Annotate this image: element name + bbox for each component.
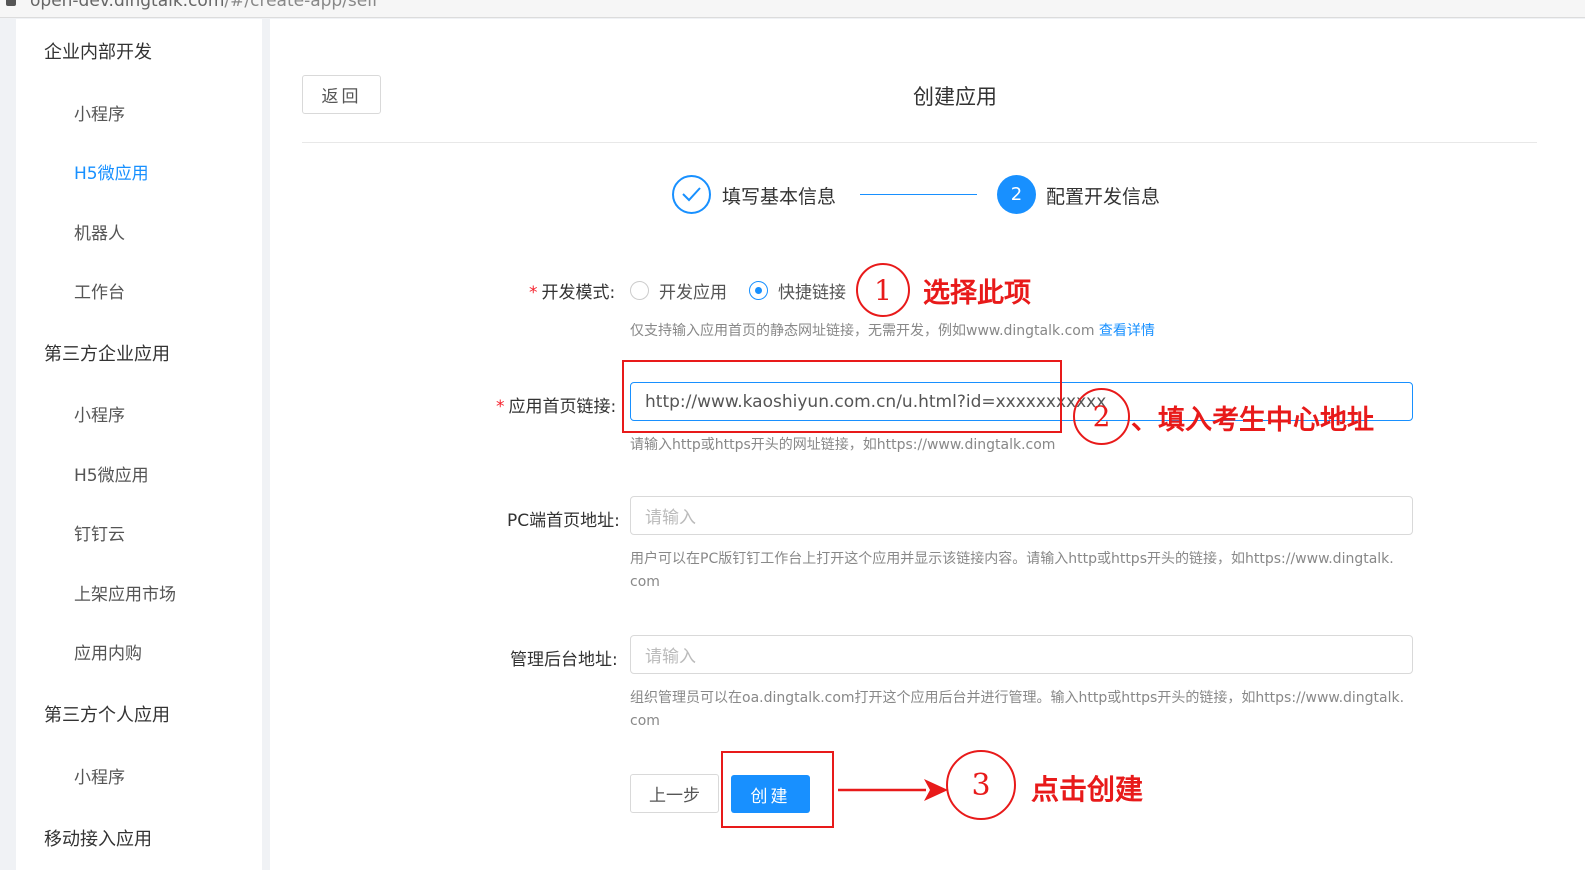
sidebar-item-mini-program[interactable]: 小程序 <box>74 763 125 788</box>
sidebar-item-mini-program[interactable]: 小程序 <box>74 100 125 125</box>
annotation-circle-3: 3 <box>946 750 1016 820</box>
step-connector <box>860 194 977 195</box>
divider <box>302 142 1537 143</box>
required-asterisk: * <box>529 283 538 303</box>
prev-step-button[interactable]: 上一步 <box>630 774 719 813</box>
main-panel: 返回 创建应用 填写基本信息 2 配置开发信息 * 开发模式: 开发应用 快捷链接… <box>270 19 1585 870</box>
home-url-help: 请输入http或https开头的网址链接，如https://www.dingta… <box>630 437 1056 453</box>
sidebar-group-third-party-enterprise[interactable]: 第三方企业应用 <box>44 340 170 366</box>
radio-dev-app-label[interactable]: 开发应用 <box>659 278 727 303</box>
radio-dev-app[interactable] <box>630 281 649 300</box>
pc-url-input[interactable]: 请输入 <box>630 496 1413 535</box>
url-text[interactable]: open-dev.dingtalk.com/#/create-app/self <box>30 0 378 11</box>
pc-url-label: PC端首页地址: <box>507 511 620 531</box>
annotation-circle-2: 2 <box>1073 388 1130 445</box>
sidebar-item-mini-program[interactable]: 小程序 <box>74 401 125 426</box>
sidebar-group-third-party-personal[interactable]: 第三方个人应用 <box>44 701 170 727</box>
required-asterisk: * <box>496 397 505 417</box>
step-2-number: 2 <box>997 175 1036 214</box>
admin-url-label: 管理后台地址: <box>510 650 618 670</box>
admin-url-help-line2: com <box>630 713 660 729</box>
sidebar-group-internal[interactable]: 企业内部开发 <box>44 38 152 64</box>
sidebar-item-workbench[interactable]: 工作台 <box>74 278 125 303</box>
step-1-label: 填写基本信息 <box>722 186 837 208</box>
sidebar-item-h5-app[interactable]: H5微应用 <box>74 159 149 184</box>
back-button[interactable]: 返回 <box>302 75 381 114</box>
sidebar-item-in-app-purchase[interactable]: 应用内购 <box>74 639 142 664</box>
pc-url-help-line2: com <box>630 574 660 590</box>
view-details-link[interactable]: 查看详情 <box>1099 323 1155 339</box>
admin-url-help-line1: 组织管理员可以在oa.dingtalk.com打开这个应用后台并进行管理。输入h… <box>630 690 1405 706</box>
sidebar-item-h5-app[interactable]: H5微应用 <box>74 461 149 486</box>
annotation-text-3: 点击创建 <box>1031 773 1144 806</box>
page-title: 创建应用 <box>913 85 997 109</box>
annotation-text-1: 选择此项 <box>923 278 1031 309</box>
pc-url-help-line1: 用户可以在PC版钉钉工作台上打开这个应用并显示该链接内容。请输入http或htt… <box>630 551 1394 567</box>
radio-quick-link-label[interactable]: 快捷链接 <box>778 278 846 303</box>
dev-mode-help: 仅支持输入应用首页的静态网址链接，无需开发，例如www.dingtalk.com… <box>630 323 1155 339</box>
sidebar-item-robot[interactable]: 机器人 <box>74 219 125 244</box>
admin-url-input[interactable]: 请输入 <box>630 635 1413 674</box>
sidebar-item-app-market[interactable]: 上架应用市场 <box>74 580 176 605</box>
step-done-check-icon <box>672 175 711 214</box>
step-2-label: 配置开发信息 <box>1046 186 1161 208</box>
sidebar-item-dingtalk-cloud[interactable]: 钉钉云 <box>74 520 125 545</box>
dev-mode-label: * 开发模式: <box>529 283 616 303</box>
radio-quick-link[interactable] <box>749 281 768 300</box>
annotation-text-2: 、填入考生中心地址 <box>1131 405 1374 436</box>
sidebar: 企业内部开发 小程序 H5微应用 机器人 工作台 第三方企业应用 小程序 H5微… <box>16 19 262 870</box>
sidebar-group-mobile-access[interactable]: 移动接入应用 <box>44 825 152 851</box>
lock-icon <box>6 0 16 6</box>
browser-url-bar[interactable]: open-dev.dingtalk.com/#/create-app/self <box>0 0 1585 18</box>
annotation-box-home-url <box>622 360 1062 433</box>
annotation-box-create <box>721 751 834 828</box>
home-url-label: * 应用首页链接: <box>496 397 617 417</box>
annotation-arrow-icon <box>838 779 948 801</box>
annotation-circle-1: 1 <box>856 263 910 317</box>
